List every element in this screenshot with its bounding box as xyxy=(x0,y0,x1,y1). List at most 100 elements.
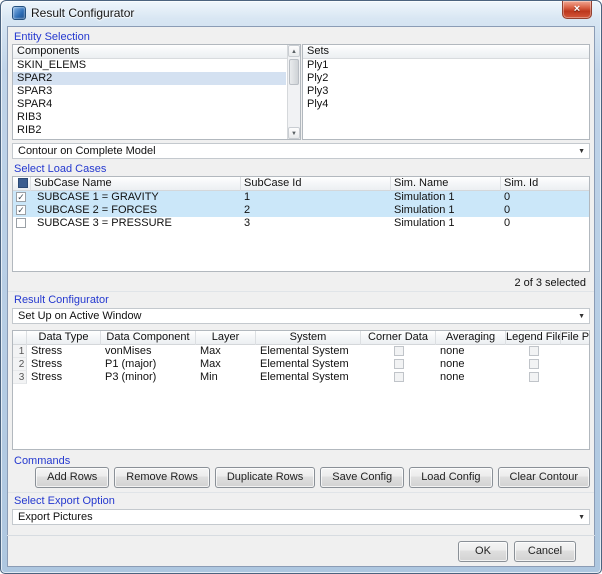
averaging-cell[interactable]: none xyxy=(436,371,506,384)
app-icon xyxy=(12,6,26,20)
list-item[interactable]: Ply2 xyxy=(303,72,589,85)
file-path-cell[interactable] xyxy=(561,371,590,384)
scroll-down-icon[interactable]: ▼ xyxy=(288,127,300,139)
clear-contour-button[interactable]: Clear Contour xyxy=(498,467,590,488)
chevron-down-icon[interactable]: ▼ xyxy=(578,514,585,522)
system-cell[interactable]: Elemental System xyxy=(256,371,361,384)
table-row[interactable]: 1 Stress vonMises Max Elemental System n… xyxy=(13,345,589,358)
chevron-down-icon[interactable]: ▼ xyxy=(578,313,585,321)
file-path-cell[interactable] xyxy=(561,345,590,358)
column-header-averaging[interactable]: Averaging xyxy=(436,331,506,345)
chevron-down-icon[interactable]: ▼ xyxy=(578,148,585,156)
subcase-id: 2 xyxy=(241,204,391,217)
sim-name: Simulation 1 xyxy=(391,204,501,217)
load-cases-label: Select Load Cases xyxy=(14,163,106,175)
list-item[interactable]: SPAR4 xyxy=(13,98,286,111)
select-all-header[interactable] xyxy=(13,177,31,191)
cancel-button[interactable]: Cancel xyxy=(514,541,576,562)
corner-data-checkbox[interactable] xyxy=(394,372,404,382)
column-header-corner-data[interactable]: Corner Data xyxy=(361,331,436,345)
add-rows-button[interactable]: Add Rows xyxy=(35,467,109,488)
data-component-cell[interactable]: vonMises xyxy=(101,345,196,358)
save-config-button[interactable]: Save Config xyxy=(320,467,404,488)
file-path-cell[interactable] xyxy=(561,358,590,371)
duplicate-rows-button[interactable]: Duplicate Rows xyxy=(215,467,315,488)
load-config-button[interactable]: Load Config xyxy=(409,467,492,488)
table-row[interactable]: SUBCASE 3 = PRESSURE 3 Simulation 1 0 xyxy=(13,217,589,230)
subcase-id: 3 xyxy=(241,217,391,230)
column-header-layer[interactable]: Layer xyxy=(196,331,256,345)
column-header-system[interactable]: System xyxy=(256,331,361,345)
scroll-up-icon[interactable]: ▲ xyxy=(288,45,300,57)
layer-cell[interactable]: Min xyxy=(196,371,256,384)
list-item[interactable]: SKIN_ELEMS xyxy=(13,59,286,72)
layer-cell[interactable]: Max xyxy=(196,345,256,358)
column-header-legend-file[interactable]: Legend File xyxy=(506,331,561,345)
row-number: 1 xyxy=(13,345,27,358)
sim-id: 0 xyxy=(501,204,590,217)
contour-mode-combobox[interactable]: Contour on Complete Model ▼ xyxy=(12,143,590,159)
column-header-subcase-id[interactable]: SubCase Id xyxy=(241,177,391,191)
list-item[interactable]: SPAR2 xyxy=(13,72,286,85)
sim-name: Simulation 1 xyxy=(391,217,501,230)
layer-cell[interactable]: Max xyxy=(196,358,256,371)
checkbox[interactable] xyxy=(16,218,26,228)
list-item[interactable]: Ply1 xyxy=(303,59,589,72)
select-all-checkbox[interactable] xyxy=(18,178,28,188)
data-type-cell[interactable]: Stress xyxy=(27,345,101,358)
corner-data-checkbox[interactable] xyxy=(394,346,404,356)
sets-list-header[interactable]: Sets xyxy=(303,45,589,59)
close-button[interactable]: × xyxy=(562,1,592,19)
table-row[interactable]: 3 Stress P3 (minor) Min Elemental System… xyxy=(13,371,589,384)
column-header-data-type[interactable]: Data Type xyxy=(27,331,101,345)
remove-rows-button[interactable]: Remove Rows xyxy=(114,467,210,488)
ok-button[interactable]: OK xyxy=(458,541,508,562)
data-type-cell[interactable]: Stress xyxy=(27,358,101,371)
data-component-cell[interactable]: P1 (major) xyxy=(101,358,196,371)
export-option-combobox[interactable]: Export Pictures ▼ xyxy=(12,509,590,525)
data-component-cell[interactable]: P3 (minor) xyxy=(101,371,196,384)
subcase-name: SUBCASE 3 = PRESSURE xyxy=(31,217,241,230)
list-item[interactable]: RIB2 xyxy=(13,124,286,137)
legend-file-checkbox[interactable] xyxy=(529,359,539,369)
corner-data-checkbox[interactable] xyxy=(394,359,404,369)
checkbox[interactable]: ✓ xyxy=(16,192,26,202)
selection-status: 2 of 3 selected xyxy=(514,277,586,289)
table-row[interactable]: 2 Stress P1 (major) Max Elemental System… xyxy=(13,358,589,371)
list-item[interactable]: SPAR3 xyxy=(13,85,286,98)
legend-file-checkbox[interactable] xyxy=(529,346,539,356)
components-scrollbar[interactable]: ▲ ▼ xyxy=(287,45,300,139)
column-header-subcase-name[interactable]: SubCase Name xyxy=(31,177,241,191)
load-cases-table: SubCase Name SubCase Id Sim. Name Sim. I… xyxy=(12,176,590,272)
setup-combo-value: Set Up on Active Window xyxy=(18,310,142,322)
column-header-sim-name[interactable]: Sim. Name xyxy=(391,177,501,191)
divider xyxy=(7,535,595,536)
sim-id: 0 xyxy=(501,217,590,230)
load-cases-table-header: SubCase Name SubCase Id Sim. Name Sim. I… xyxy=(13,177,589,191)
table-row[interactable]: ✓ SUBCASE 2 = FORCES 2 Simulation 1 0 xyxy=(13,204,589,217)
export-combo-value: Export Pictures xyxy=(18,511,93,523)
check-icon: ✓ xyxy=(17,205,25,215)
list-item[interactable]: RIB3 xyxy=(13,111,286,124)
list-item[interactable]: Ply4 xyxy=(303,98,589,111)
list-item[interactable]: Ply3 xyxy=(303,85,589,98)
setup-target-combobox[interactable]: Set Up on Active Window ▼ xyxy=(12,308,590,324)
components-list: Components SKIN_ELEMS SPAR2 SPAR3 SPAR4 … xyxy=(12,44,301,140)
column-header-file-path[interactable]: File Path xyxy=(561,331,590,345)
table-row[interactable]: ✓ SUBCASE 1 = GRAVITY 1 Simulation 1 0 xyxy=(13,191,589,204)
sim-id: 0 xyxy=(501,191,590,204)
averaging-cell[interactable]: none xyxy=(436,345,506,358)
column-header-data-component[interactable]: Data Component xyxy=(101,331,196,345)
scrollbar-thumb[interactable] xyxy=(289,59,299,85)
data-type-cell[interactable]: Stress xyxy=(27,371,101,384)
system-cell[interactable]: Elemental System xyxy=(256,345,361,358)
checkbox[interactable]: ✓ xyxy=(16,205,26,215)
close-icon: × xyxy=(574,3,580,15)
averaging-cell[interactable]: none xyxy=(436,358,506,371)
legend-file-checkbox[interactable] xyxy=(529,372,539,382)
system-cell[interactable]: Elemental System xyxy=(256,358,361,371)
subcase-name: SUBCASE 1 = GRAVITY xyxy=(31,191,241,204)
command-buttons: Add Rows Remove Rows Duplicate Rows Save… xyxy=(35,467,590,488)
column-header-sim-id[interactable]: Sim. Id xyxy=(501,177,590,191)
components-list-header[interactable]: Components xyxy=(13,45,300,59)
